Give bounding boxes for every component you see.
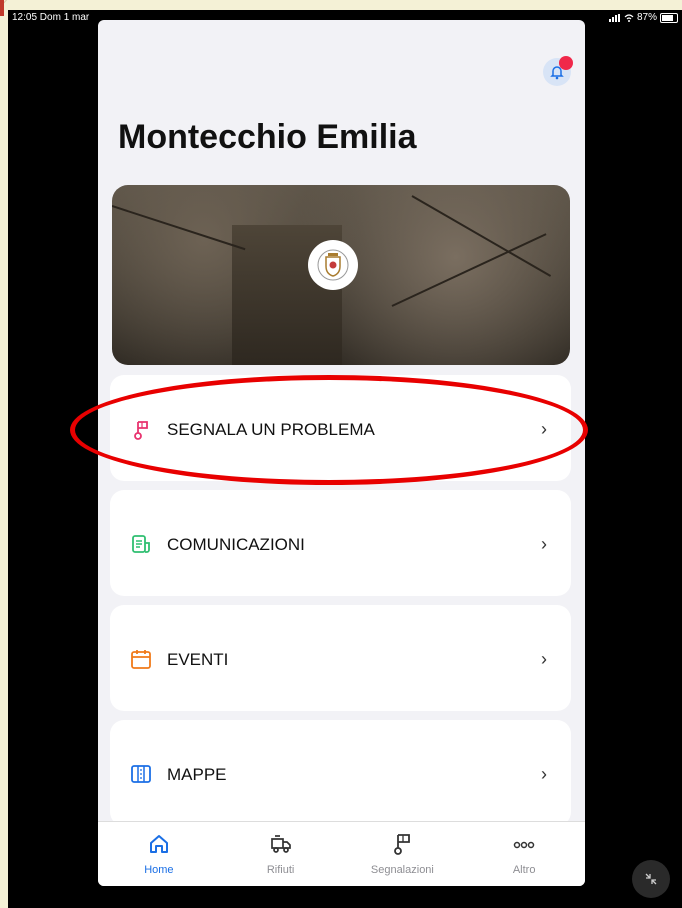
menu-item-mappe[interactable]: MAPPE › <box>110 720 571 826</box>
tab-segnalazioni[interactable]: Segnalazioni <box>342 822 464 886</box>
menu-item-comunicazioni[interactable]: COMUNICAZIONI › <box>110 490 571 596</box>
hero-image <box>112 185 570 365</box>
chevron-right-icon: › <box>541 534 547 554</box>
wifi-icon <box>624 13 634 22</box>
menu-item-label: EVENTI <box>167 650 229 669</box>
municipality-logo <box>308 240 358 290</box>
tab-bar: Home Rifiuti Segnalazioni Altro <box>98 821 585 886</box>
tab-label: Segnalazioni <box>370 864 434 876</box>
battery-icon <box>660 12 678 23</box>
tab-label: Altro <box>512 864 536 876</box>
signal-icon <box>608 13 620 22</box>
slide-decoration-mark <box>0 0 4 16</box>
notifications-button[interactable] <box>543 56 573 86</box>
menu-item-label: MAPPE <box>167 765 227 784</box>
notification-badge <box>559 56 573 70</box>
tab-label: Home <box>144 864 174 876</box>
garbage-truck-icon <box>270 835 291 853</box>
tab-home[interactable]: Home <box>98 822 220 886</box>
app-window: Montecchio Emilia SEGNALA UN PROBLEMA › … <box>98 20 585 886</box>
branch-shape <box>112 205 246 251</box>
branch-shape <box>391 233 547 307</box>
tab-label: Rifiuti <box>266 864 295 876</box>
coat-of-arms-icon <box>317 249 349 281</box>
menu-item-eventi[interactable]: EVENTI › <box>110 605 571 711</box>
chevron-right-icon: › <box>541 419 547 439</box>
more-icon <box>513 841 535 849</box>
menu-item-label: SEGNALA UN PROBLEMA <box>167 420 375 439</box>
collapse-button[interactable] <box>632 860 670 898</box>
collapse-arrows-icon <box>645 873 657 885</box>
menu-item-segnala[interactable]: SEGNALA UN PROBLEMA › <box>110 375 571 481</box>
chevron-right-icon: › <box>541 649 547 669</box>
document-icon <box>132 535 150 553</box>
battery-percent: 87% <box>636 12 657 23</box>
map-icon <box>131 765 151 783</box>
status-indicators: 87% <box>608 12 678 23</box>
flag-pin-icon <box>134 421 148 440</box>
menu-item-label: COMUNICAZIONI <box>167 535 305 554</box>
calendar-icon <box>131 650 151 669</box>
status-time: 12:05 Dom 1 mar <box>12 12 90 23</box>
tab-rifiuti[interactable]: Rifiuti <box>220 822 342 886</box>
page-title: Montecchio Emilia <box>118 118 417 156</box>
chevron-right-icon: › <box>541 764 547 784</box>
flag-pin-icon <box>394 834 411 855</box>
home-icon <box>149 835 168 853</box>
tab-altro[interactable]: Altro <box>463 822 585 886</box>
